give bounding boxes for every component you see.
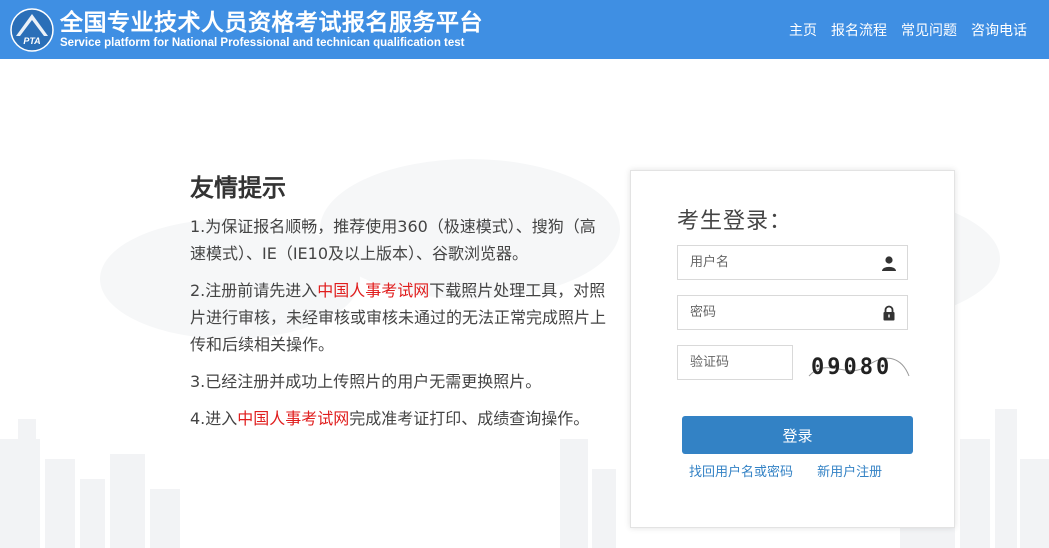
captcha-input[interactable] [678, 346, 792, 379]
user-icon [882, 256, 896, 271]
tip-item: 4.进入中国人事考试网完成准考证打印、成绩查询操作。 [190, 409, 590, 428]
lock-icon [883, 305, 895, 321]
cpta-link[interactable]: 中国人事考试网 [317, 281, 429, 300]
password-input[interactable] [678, 296, 907, 329]
captcha-field-wrap [677, 345, 793, 380]
username-field-wrap [677, 245, 908, 280]
password-field-wrap [677, 295, 908, 330]
nav-faq[interactable]: 常见问题 [901, 20, 957, 40]
svg-text:09080: 09080 [811, 355, 892, 380]
tips-heading: 友情提示 [190, 174, 286, 202]
cpta-link[interactable]: 中国人事考试网 [237, 409, 349, 428]
nav-home[interactable]: 主页 [789, 20, 817, 40]
main-nav: 主页 报名流程 常见问题 咨询电话 [789, 20, 1027, 40]
tip-item: 2.注册前请先进入中国人事考试网下载照片处理工具，对照片进行审核，未经审核或审核… [190, 281, 607, 354]
site-title: 全国专业技术人员资格考试报名服务平台 [60, 10, 483, 36]
svg-text:PTA: PTA [23, 36, 40, 46]
nav-registration-process[interactable]: 报名流程 [831, 20, 887, 40]
username-input[interactable] [678, 246, 907, 279]
register-link[interactable]: 新用户注册 [817, 465, 882, 480]
tip-item: 3.已经注册并成功上传照片的用户无需更换照片。 [190, 372, 542, 391]
pta-logo-icon: PTA [10, 8, 54, 52]
nav-contact-phone[interactable]: 咨询电话 [971, 20, 1027, 40]
tips-panel: 友情提示 1.为保证报名顺畅，推荐使用360（极速模式）、搜狗（高速模式）、IE… [190, 168, 610, 442]
tip-item: 1.为保证报名顺畅，推荐使用360（极速模式）、搜狗（高速模式）、IE（IE10… [190, 217, 596, 263]
login-links: 找回用户名或密码 新用户注册 [689, 461, 882, 480]
login-title: 考生登录： [677, 209, 793, 234]
site-subtitle: Service platform for National Profession… [60, 37, 465, 49]
login-button[interactable]: 登录 [682, 416, 913, 454]
recover-account-link[interactable]: 找回用户名或密码 [689, 465, 793, 480]
top-header: PTA 全国专业技术人员资格考试报名服务平台 Service platform … [0, 0, 1049, 59]
captcha-image[interactable]: 09080 [807, 346, 911, 384]
login-panel: 考生登录： 09080 登录 找回用户名或密码 新用户注册 [630, 170, 955, 528]
